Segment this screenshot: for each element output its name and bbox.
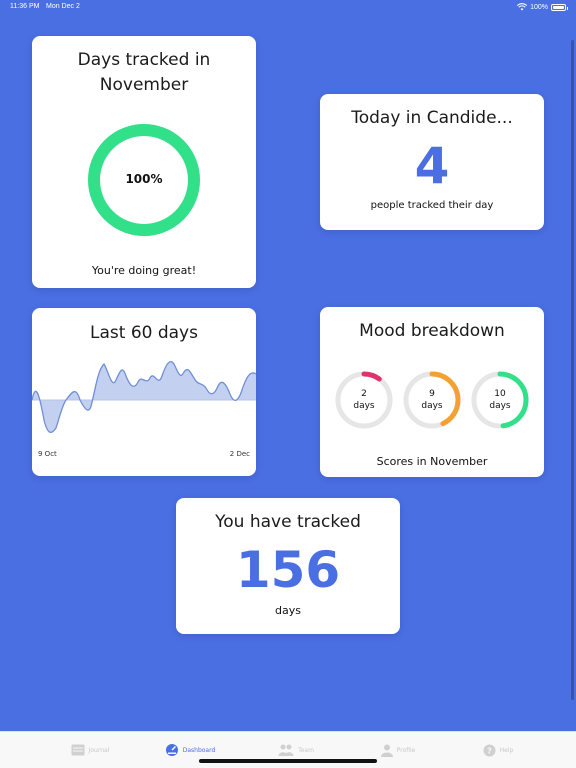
status-bar: 11:36 PM Mon Dec 2 100% bbox=[0, 0, 576, 16]
profile-icon bbox=[380, 744, 393, 757]
days-tracked-caption: You're doing great! bbox=[91, 264, 197, 277]
tab-help[interactable]: ? Help bbox=[468, 738, 528, 762]
help-icon: ? bbox=[483, 744, 496, 756]
mood-ring-high: 10 days bbox=[470, 370, 530, 430]
mood-caption: Scores in November bbox=[376, 455, 488, 468]
days-tracked-card[interactable]: Days tracked in November 100% You're doi… bbox=[32, 36, 256, 288]
total-unit: days bbox=[275, 604, 301, 617]
mood-ring-low: 2 days bbox=[334, 370, 394, 430]
status-right: 100% bbox=[517, 3, 568, 11]
tab-help-label: Help bbox=[499, 746, 514, 754]
last60-sparkline-fill bbox=[32, 361, 256, 433]
battery-icon bbox=[551, 3, 568, 11]
mood-ring-low-count: 2 bbox=[361, 389, 367, 399]
tab-dashboard-label: Dashboard bbox=[182, 746, 216, 754]
status-date: Mon Dec 2 bbox=[46, 3, 80, 10]
journal-icon bbox=[71, 744, 85, 756]
tab-profile-label: Profile bbox=[396, 746, 416, 754]
mood-ring-mid-count: 9 bbox=[429, 389, 435, 399]
home-indicator[interactable] bbox=[199, 759, 377, 763]
battery-percent: 100% bbox=[530, 3, 548, 11]
dashboard-icon bbox=[165, 744, 178, 756]
tab-team-label: Team bbox=[298, 746, 314, 754]
mood-ring-high-count: 10 bbox=[494, 389, 506, 399]
last60-sparkline-chart bbox=[32, 361, 256, 433]
svg-text:?: ? bbox=[487, 746, 492, 755]
days-tracked-title-line1: Days tracked in bbox=[77, 50, 211, 70]
team-icon bbox=[278, 744, 294, 756]
days-tracked-percent: 100% bbox=[125, 172, 163, 186]
total-count: 156 bbox=[235, 541, 341, 599]
last60-start-label: 9 Oct bbox=[38, 450, 57, 458]
tab-journal[interactable]: Journal bbox=[60, 738, 120, 762]
days-tracked-title-line2: November bbox=[99, 75, 189, 95]
today-count: 4 bbox=[414, 137, 450, 195]
tab-profile[interactable]: Profile bbox=[368, 738, 428, 762]
mood-ring-low-unit: days bbox=[353, 401, 375, 411]
scroll-indicator[interactable] bbox=[571, 40, 574, 700]
today-caption: people tracked their day bbox=[370, 200, 494, 211]
total-tracked-card[interactable]: You have tracked 156 days bbox=[176, 498, 400, 634]
status-time: 11:36 PM bbox=[10, 3, 40, 10]
total-title: You have tracked bbox=[215, 512, 361, 532]
last60-end-label: 2 Dec bbox=[229, 450, 250, 458]
wifi-icon bbox=[517, 3, 528, 11]
mood-title: Mood breakdown bbox=[359, 321, 505, 341]
today-card[interactable]: Today in Candide... 4 people tracked the… bbox=[320, 94, 544, 230]
mood-card[interactable]: Mood breakdown 2 days 9 days 10 days Sco… bbox=[320, 307, 544, 477]
mood-ring-high-unit: days bbox=[489, 401, 511, 411]
tab-journal-label: Journal bbox=[88, 746, 110, 754]
mood-ring-mid: 9 days bbox=[402, 370, 462, 430]
last60-card[interactable]: Last 60 days 9 Oct 2 Dec bbox=[32, 308, 256, 476]
mood-ring-mid-unit: days bbox=[421, 401, 443, 411]
today-title: Today in Candide... bbox=[351, 108, 513, 128]
